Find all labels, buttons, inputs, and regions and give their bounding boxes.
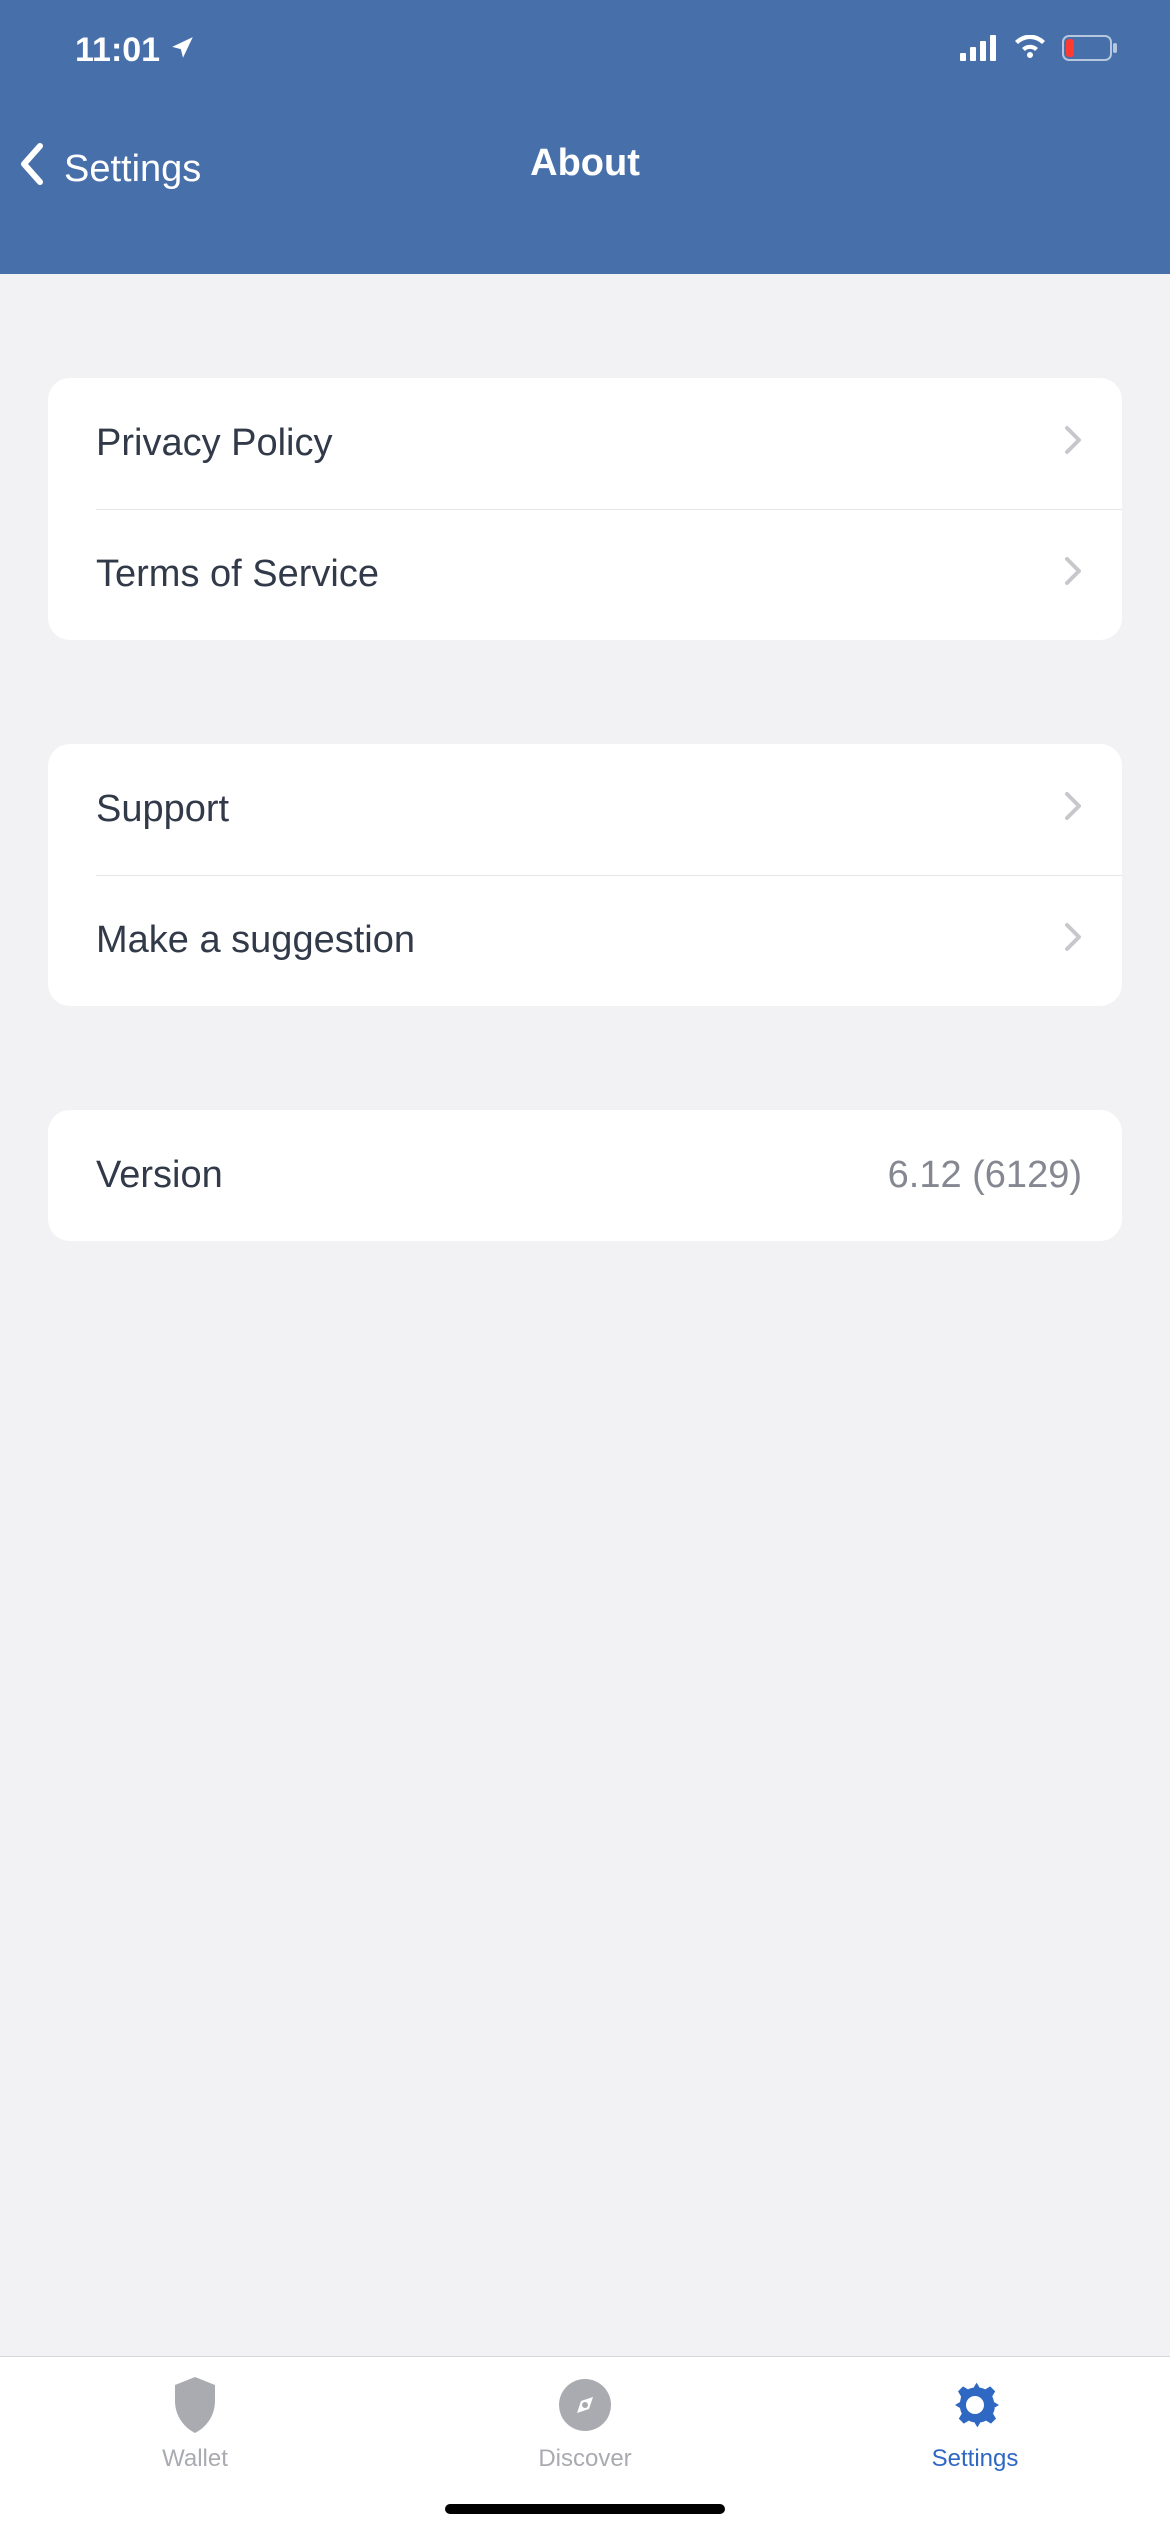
status-time: 11:01	[75, 31, 160, 70]
chevron-left-icon	[18, 142, 46, 196]
content-area: Privacy Policy Terms of Service Support	[0, 274, 1170, 2356]
chevron-right-icon	[1064, 422, 1082, 465]
shield-icon	[165, 2375, 225, 2435]
location-icon	[170, 31, 196, 70]
chevron-right-icon	[1064, 788, 1082, 831]
cellular-icon	[960, 35, 998, 66]
battery-icon	[1062, 35, 1120, 66]
tab-settings[interactable]: Settings	[780, 2375, 1170, 2532]
tab-wallet-label: Wallet	[162, 2445, 228, 2473]
tab-discover-label: Discover	[538, 2445, 631, 2473]
terms-of-service-label: Terms of Service	[96, 553, 379, 596]
info-section: Version 6.12 (6129)	[48, 1110, 1122, 1241]
back-label: Settings	[64, 148, 201, 191]
version-label: Version	[96, 1154, 223, 1197]
tab-settings-label: Settings	[932, 2445, 1019, 2473]
status-bar: 11:01	[0, 0, 1170, 100]
tab-wallet[interactable]: Wallet	[0, 2375, 390, 2532]
wifi-icon	[1012, 35, 1048, 66]
chevron-right-icon	[1064, 553, 1082, 596]
help-section: Support Make a suggestion	[48, 744, 1122, 1006]
status-time-area: 11:01	[75, 31, 196, 70]
terms-of-service-row[interactable]: Terms of Service	[48, 509, 1122, 640]
chevron-right-icon	[1064, 919, 1082, 962]
navigation-bar: Settings About	[0, 100, 1170, 274]
status-indicators	[960, 35, 1120, 66]
privacy-policy-label: Privacy Policy	[96, 422, 333, 465]
compass-icon	[555, 2375, 615, 2435]
back-button[interactable]: Settings	[0, 142, 201, 196]
suggestion-row[interactable]: Make a suggestion	[48, 875, 1122, 1006]
home-indicator[interactable]	[445, 2504, 725, 2514]
version-value: 6.12 (6129)	[888, 1154, 1082, 1197]
page-title: About	[530, 142, 640, 185]
support-row[interactable]: Support	[48, 744, 1122, 875]
suggestion-label: Make a suggestion	[96, 919, 415, 962]
legal-section: Privacy Policy Terms of Service	[48, 378, 1122, 640]
support-label: Support	[96, 788, 229, 831]
privacy-policy-row[interactable]: Privacy Policy	[48, 378, 1122, 509]
version-row: Version 6.12 (6129)	[48, 1110, 1122, 1241]
gear-icon	[945, 2375, 1005, 2435]
